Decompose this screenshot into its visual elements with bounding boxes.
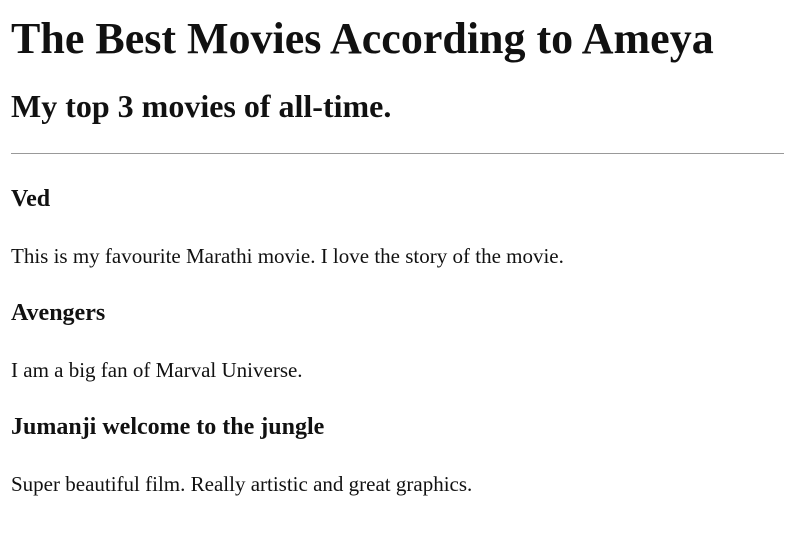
page-title: The Best Movies According to Ameya bbox=[11, 14, 714, 63]
page-subtitle: My top 3 movies of all-time. bbox=[11, 88, 392, 124]
movie-title: Avengers bbox=[11, 300, 106, 326]
movie-description: I am a big fan of Marval Universe. bbox=[11, 358, 303, 382]
movie-entry: Avengers I am a big fan of Marval Univer… bbox=[11, 298, 784, 384]
movie-description: Super beautiful film. Really artistic an… bbox=[11, 472, 473, 496]
divider bbox=[11, 153, 784, 154]
movie-title: Jumanji welcome to the jungle bbox=[11, 414, 325, 440]
movie-title: Ved bbox=[11, 186, 51, 212]
movie-description: This is my favourite Marathi movie. I lo… bbox=[11, 244, 564, 268]
movie-entry: Ved This is my favourite Marathi movie. … bbox=[11, 184, 784, 270]
movie-entry: Jumanji welcome to the jungle Super beau… bbox=[11, 412, 784, 498]
